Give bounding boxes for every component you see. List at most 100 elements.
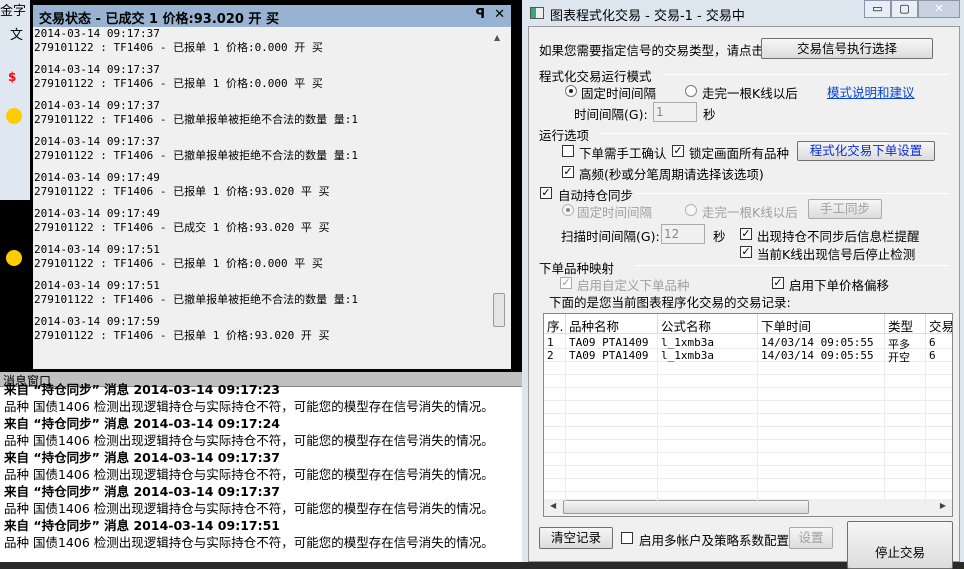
multi-account-checkbox[interactable] [621, 532, 633, 544]
scroll-up-icon[interactable]: ▲ [494, 33, 500, 42]
entry-time: 2014-03-14 09:17:37 [34, 99, 160, 112]
background-app-header: 金字 文 [0, 0, 30, 200]
trade-records-table[interactable]: ◀ ▶ 序. 品种名称 公式名称 下单时间 类型 交易 1 TA09 PTA1409 l_1xm… [543, 313, 953, 517]
clear-records-button[interactable]: 清空记录 [539, 527, 613, 549]
sync-fixed-radio[interactable] [562, 204, 574, 216]
settings-button[interactable]: 设置 [789, 527, 833, 549]
trade-status-window: 交易状态 - 已成交 1 价格:93.020 开 买 ꟼ ✕ 2014-03-1… [30, 2, 514, 372]
status-entry: 2014-03-14 09:17:59 279101122 : TF1406 - … [33, 315, 493, 351]
mode-help-link[interactable]: 模式说明和建议 [827, 82, 915, 101]
notify-mismatch-checkbox[interactable]: ✓ [740, 228, 752, 240]
scroll-thumb[interactable] [563, 500, 809, 514]
auto-sync-checkbox[interactable]: ✓ [540, 187, 552, 199]
entry-time: 2014-03-14 09:17:49 [34, 171, 160, 184]
mode-fixed-label: 固定时间间隔 [581, 86, 657, 101]
status-entry: 2014-03-14 09:17:37 279101122 : TF1406 - … [33, 27, 493, 63]
table-cell: 1 [547, 336, 554, 349]
entry-text: 279101122 : TF1406 - 已撤单报单被拒绝不合法的数量 量:1 [34, 293, 358, 306]
column-header[interactable]: 交易 [926, 314, 952, 334]
close-icon[interactable]: ✕ [494, 7, 505, 22]
minimize-button[interactable]: ▭ [864, 0, 891, 18]
entry-time: 2014-03-14 09:17:51 [34, 243, 160, 256]
status-title-bar[interactable]: 交易状态 - 已成交 1 价格:93.020 开 买 ꟼ ✕ [33, 5, 511, 27]
entry-text: 279101122 : TF1406 - 已报单 1 价格:0.000 平 买 [34, 77, 323, 90]
close-button[interactable]: ✕ [918, 0, 960, 18]
pin-icon[interactable]: ꟼ [475, 7, 485, 22]
maximize-button[interactable]: ▢ [891, 0, 918, 18]
entry-text: 279101122 : TF1406 - 已报单 1 价格:0.000 开 买 [34, 41, 323, 54]
scroll-thumb[interactable] [493, 293, 505, 327]
price-offset-checkbox[interactable]: ✓ [772, 277, 784, 289]
column-header[interactable]: 序. [544, 314, 566, 334]
entry-text: 279101122 : TF1406 - 已撤单报单被拒绝不合法的数量 量:1 [34, 113, 358, 126]
mode-fixed-radio[interactable] [565, 85, 577, 97]
lock-all-label: 锁定画面所有品种 [689, 146, 790, 161]
message-text: 品种 国债1406 检测出现逻辑持仓与实际持仓不符，可能您的模型存在信号消失的情… [4, 501, 494, 516]
table-cell: l_1xmb3a [661, 336, 714, 349]
scan-interval-input[interactable]: 12 [661, 224, 705, 244]
status-entry: 2014-03-14 09:17:37 279101122 : TF1406 - … [33, 63, 493, 99]
column-header[interactable]: 类型 [885, 314, 926, 334]
background-menu-file[interactable]: 文 [10, 24, 23, 43]
custom-symbol-checkbox[interactable]: ✓ [560, 277, 572, 289]
grid-line [544, 452, 952, 453]
stop-check-label: 当前K线出现信号后停止检测 [757, 247, 916, 262]
divider [635, 193, 949, 194]
records-label: 下面的是您当前图表程序化交易的交易记录: [549, 295, 791, 310]
status-entry: 2014-03-14 09:17:49 279101122 : TF1406 - … [33, 171, 493, 207]
grid-line [544, 465, 952, 466]
table-row[interactable]: 2 TA09 PTA1409 l_1xmb3a 14/03/14 09:05:55 开空… [544, 349, 952, 364]
status-entry: 2014-03-14 09:17:49 279101122 : TF1406 - … [33, 207, 493, 243]
status-entry: 2014-03-14 09:17:37 279101122 : TF1406 - … [33, 99, 493, 135]
grid-line [544, 478, 952, 479]
scroll-left-icon[interactable]: ◀ [550, 501, 556, 510]
options-section-label: 运行选项 [539, 128, 590, 143]
mode-bar-radio[interactable] [685, 85, 697, 97]
manual-confirm-label: 下单需手工确认 [579, 146, 667, 161]
table-cell: 开空 [888, 351, 910, 364]
message-header: 来自 “持仓同步” 消息 2014-03-14 09:17:23 [4, 382, 280, 397]
order-settings-button[interactable]: 程式化交易下单设置 [797, 141, 935, 161]
scroll-right-icon[interactable]: ▶ [940, 501, 946, 510]
column-header[interactable]: 公式名称 [658, 314, 758, 334]
entry-text: 279101122 : TF1406 - 已成交 1 价格:93.020 平 买 [34, 221, 330, 234]
table-cell: 6 [929, 336, 936, 349]
horizontal-scrollbar[interactable]: ◀ ▶ [544, 499, 952, 516]
status-log: 2014-03-14 09:17:37 279101122 : TF1406 - … [33, 27, 493, 369]
column-header[interactable]: 品种名称 [566, 314, 658, 334]
entry-time: 2014-03-14 09:17:37 [34, 135, 160, 148]
smiley-icon [6, 250, 22, 266]
high-frequency-checkbox[interactable]: ✓ [562, 166, 574, 178]
stop-check-checkbox[interactable]: ✓ [740, 246, 752, 258]
grid-line [544, 413, 952, 414]
interval-label: 时间间隔(G): [574, 107, 648, 122]
interval-input[interactable]: 1 [653, 102, 697, 122]
status-title: 交易状态 - 已成交 1 价格:93.020 开 买 [39, 12, 279, 27]
table-cell: 6 [929, 349, 936, 362]
chart-auto-trading-dialog: 图表程式化交易 - 交易-1 - 交易中 ▭ ▢ ✕ 如果您需要指定信号的交易类… [522, 0, 964, 569]
price-offset-label: 启用下单价格偏移 [789, 278, 890, 293]
entry-text: 279101122 : TF1406 - 已报单 1 价格:93.020 开 买 [34, 329, 330, 342]
high-frequency-label: 高频(秒或分笔周期请选择该选项) [579, 167, 764, 182]
manual-confirm-checkbox[interactable] [562, 145, 574, 157]
signal-execution-select-button[interactable]: 交易信号执行选择 [761, 38, 933, 59]
sync-bar-label: 走完一根K线以后 [702, 205, 798, 220]
column-header[interactable]: 下单时间 [758, 314, 885, 334]
grid-line [544, 400, 952, 401]
divider [601, 133, 949, 134]
manual-sync-button[interactable]: 手工同步 [808, 199, 882, 219]
divider [663, 74, 949, 75]
entry-time: 2014-03-14 09:17:51 [34, 279, 160, 292]
grid-line [544, 374, 952, 375]
seconds-label: 秒 [703, 107, 716, 122]
table-row[interactable]: 1 TA09 PTA1409 l_1xmb3a 14/03/14 09:05:55 平多… [544, 336, 952, 351]
dialog-title: 图表程式化交易 - 交易-1 - 交易中 [550, 9, 745, 24]
sync-fixed-label: 固定时间间隔 [577, 205, 653, 220]
message-window: 消息窗口 来自 “持仓同步” 消息 2014-03-14 09:17:23 品种 … [0, 372, 522, 562]
dialog-body: 如果您需要指定信号的交易类型，请点击 交易信号执行选择 程式化交易运行模式 固定… [528, 26, 960, 569]
grid-line [544, 491, 952, 492]
status-scrollbar[interactable]: ▲ [491, 31, 507, 367]
lock-all-checkbox[interactable]: ✓ [672, 145, 684, 157]
sync-bar-radio[interactable] [685, 204, 697, 216]
entry-text: 279101122 : TF1406 - 已报单 1 价格:93.020 平 买 [34, 185, 330, 198]
